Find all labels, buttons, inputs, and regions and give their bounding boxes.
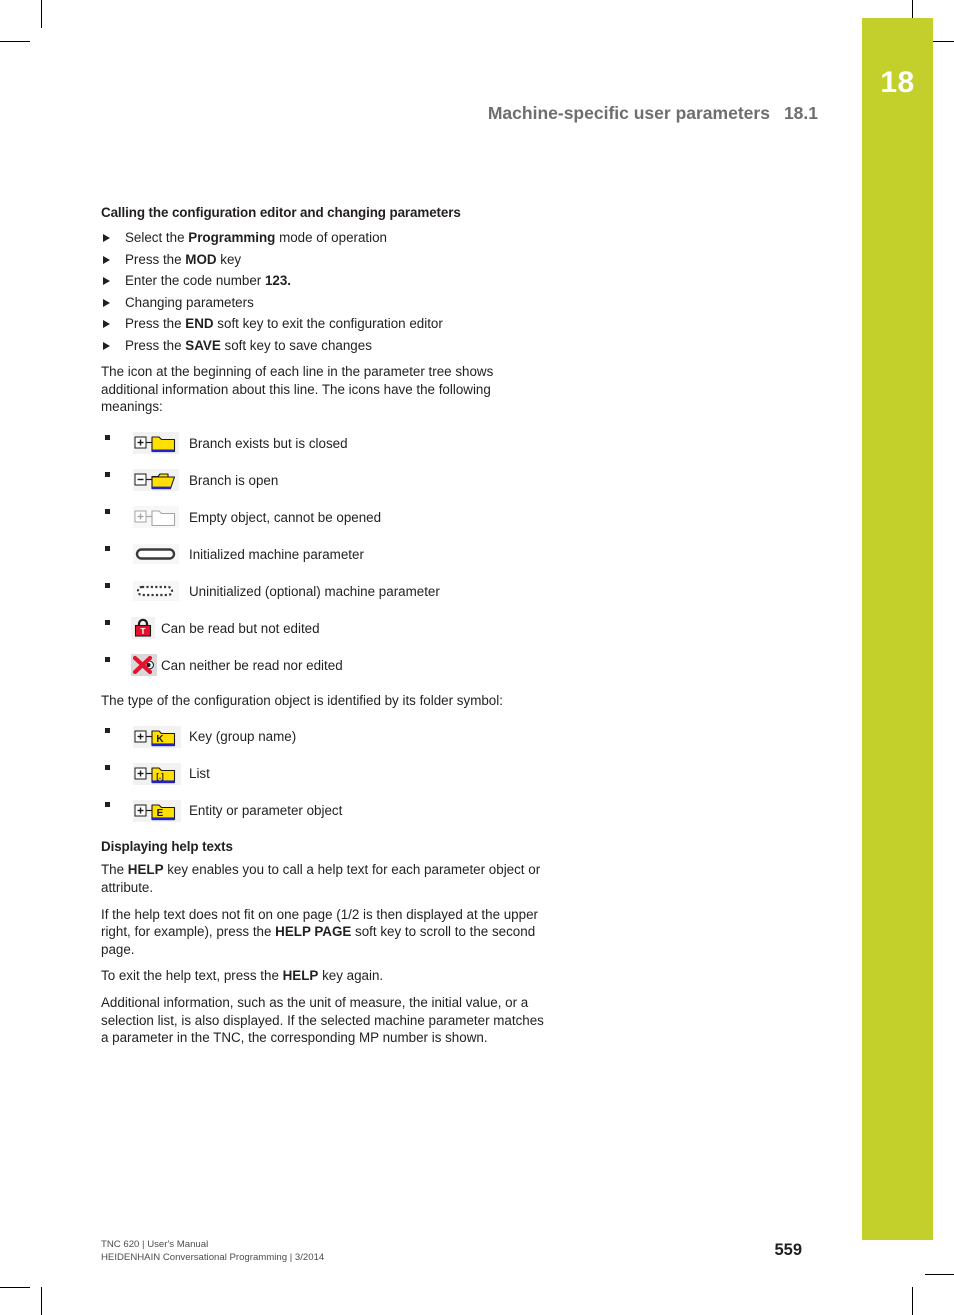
folder-type-label: List	[189, 766, 210, 782]
folder-paragraph: The type of the configuration object is …	[101, 692, 503, 708]
crop-mark-bottom-left-horizontal	[0, 1287, 30, 1288]
heading-calling-editor: Calling the configuration editor and cha…	[101, 205, 461, 220]
icon-meaning-item: T Can be read but not edited	[101, 610, 553, 647]
step-item: Changing parameters	[101, 292, 553, 314]
icon-meaning-item: Branch is open	[101, 462, 553, 499]
step-label: Press the END soft key to exit the confi…	[125, 316, 443, 331]
folder-empty-plus-icon	[131, 504, 189, 530]
step-label: Press the SAVE soft key to save changes	[125, 337, 372, 353]
arrow-right-icon	[103, 298, 110, 307]
help-text-paragraph: If the help text does not fit on one pag…	[101, 906, 538, 957]
padlock-icon: T	[131, 615, 161, 641]
step-item: Press the MOD key	[101, 249, 553, 271]
step-item: Press the END soft key to exit the confi…	[101, 313, 553, 335]
icon-meaning-item: Can neither be read nor edited	[101, 647, 553, 684]
parameter-uninitialized-icon	[131, 578, 189, 604]
square-bullet-icon	[105, 765, 110, 771]
page-number: 559	[774, 1241, 802, 1259]
step-label: Enter the code number 123.	[125, 273, 292, 288]
svg-text:T: T	[140, 626, 146, 636]
folder-type-item: E Entity or parameter object	[101, 792, 553, 829]
square-bullet-icon	[105, 545, 110, 551]
icon-meaning-label: Can be read but not edited	[161, 620, 320, 636]
section-number: 18.1	[783, 103, 818, 123]
parameter-initialized-icon	[131, 541, 189, 567]
folder-key-icon: K	[131, 724, 189, 750]
footer-line-1: TNC 620 | User's Manual	[101, 1239, 209, 1250]
folder-type-label: Key (group name)	[189, 729, 297, 745]
svg-text:K: K	[156, 734, 164, 745]
icon-meaning-label: Empty object, cannot be opened	[189, 509, 382, 525]
step-label: Press the MOD key	[125, 251, 242, 267]
arrow-right-icon	[103, 234, 110, 242]
crop-mark-top-left-horizontal	[0, 41, 30, 42]
arrow-right-icon	[103, 277, 110, 285]
step-label: Changing parameters	[125, 294, 254, 310]
square-bullet-icon	[105, 802, 110, 808]
square-bullet-icon	[105, 656, 110, 662]
step-item: Enter the code number 123.	[101, 270, 553, 292]
icon-meaning-label: Uninitialized (optional) machine paramet…	[189, 583, 440, 599]
arrow-right-icon	[103, 255, 110, 264]
square-bullet-icon	[105, 619, 110, 625]
folder-list-icon: [.]	[131, 761, 189, 787]
folder-type-list: K Key (group name) [.] List E Entity or param…	[101, 718, 553, 829]
square-bullet-icon	[105, 582, 110, 588]
icon-meaning-label: Can neither be read nor edited	[161, 657, 343, 673]
square-bullet-icon	[105, 508, 110, 514]
crop-mark-bottom-left-vertical	[41, 1287, 42, 1315]
page-footer: TNC 620 | User's Manual HEIDENHAIN Conve…	[101, 1238, 819, 1264]
page-header: Machine-specific user parameters 18.1	[100, 103, 818, 124]
folder-type-item: [.] List	[101, 755, 553, 792]
step-list: Select the Programming mode of operation…	[101, 227, 553, 356]
icon-meaning-label: Branch is open	[189, 472, 279, 488]
square-bullet-icon	[105, 728, 110, 734]
no-access-icon	[131, 652, 161, 678]
intro-paragraph: The icon at the beginning of each line i…	[101, 364, 494, 415]
arrow-right-icon	[103, 320, 110, 328]
step-item: Select the Programming mode of operation	[101, 227, 553, 249]
icon-meaning-item: Uninitialized (optional) machine paramet…	[101, 573, 553, 610]
icon-meaning-label: Initialized machine parameter	[189, 546, 364, 562]
chapter-tab-number: 18	[880, 66, 915, 99]
folder-type-item: K Key (group name)	[101, 718, 553, 755]
footer-line-2: HEIDENHAIN Conversational Programming | …	[101, 1252, 325, 1263]
icon-meaning-list: Branch exists but is closed Branch is ope…	[101, 425, 553, 684]
folder-entity-icon: E	[131, 798, 189, 824]
folder-closed-plus-icon	[131, 430, 189, 456]
heading-help-texts: Displaying help texts	[101, 839, 233, 855]
page-content: Calling the configuration editor and cha…	[101, 205, 553, 1047]
crop-mark-bottom-right-vertical	[912, 1287, 913, 1315]
help-text-paragraph: Additional information, such as the unit…	[101, 994, 544, 1046]
folder-open-minus-icon	[131, 467, 189, 493]
arrow-right-icon	[103, 341, 110, 350]
icon-meaning-item: Empty object, cannot be opened	[101, 499, 553, 536]
help-text-paragraph: To exit the help text, press the HELP ke…	[101, 968, 384, 984]
page-title: Machine-specific user parameters	[487, 103, 770, 123]
step-label: Select the Programming mode of operation	[125, 230, 388, 245]
svg-text:[.]: [.]	[156, 772, 164, 781]
svg-text:E: E	[157, 808, 164, 819]
icon-meaning-item: Initialized machine parameter	[101, 536, 553, 573]
chapter-tab: 18	[862, 18, 933, 1240]
square-bullet-icon	[105, 471, 110, 477]
crop-mark-bottom-right-horizontal	[925, 1274, 954, 1275]
help-text-paragraphs: The HELP key enables you to call a help …	[101, 861, 553, 1046]
help-text-paragraph: The HELP key enables you to call a help …	[101, 862, 541, 895]
icon-meaning-item: Branch exists but is closed	[101, 425, 553, 462]
crop-mark-top-left-vertical	[41, 0, 42, 28]
icon-meaning-label: Branch exists but is closed	[189, 435, 348, 451]
folder-type-label: Entity or parameter object	[189, 803, 343, 819]
step-item: Press the SAVE soft key to save changes	[101, 335, 553, 357]
square-bullet-icon	[105, 434, 110, 440]
